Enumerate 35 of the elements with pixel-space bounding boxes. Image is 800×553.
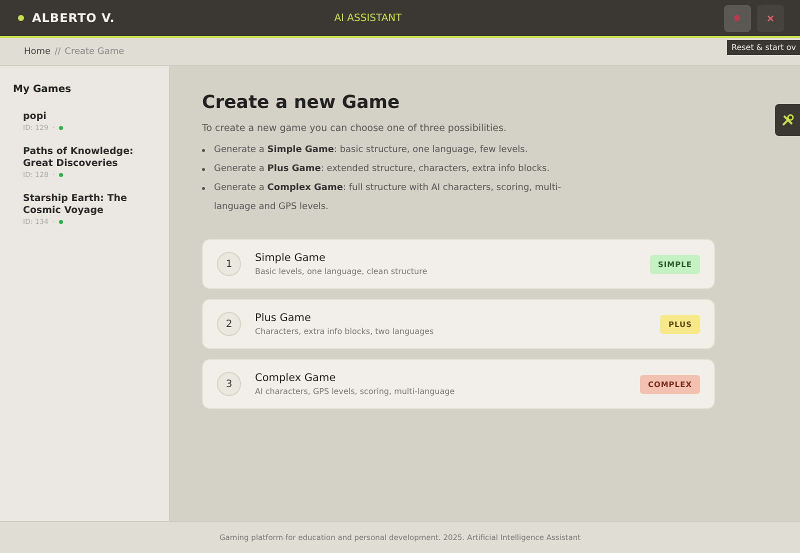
reset-button[interactable] [724,4,751,32]
option-description: Generate a Complex Game: full structure with AI characters, scoring, multi-language and GPS levels. [214,182,562,214]
page-heading: Create a new Game [202,92,401,113]
option-title: Plus Game [255,312,312,324]
bullet-icon [202,187,205,190]
option-number: 3 [217,372,241,396]
app-title: AI ASSISTANT [333,12,403,24]
option-description: Generate a Plus Game: extended structure, characters, extra info blocks. [214,163,550,176]
close-icon [766,14,774,22]
option-number: 2 [217,312,241,336]
game-name[interactable]: Paths of Knowledge: Great Discoveries [23,146,158,170]
user-name: ALBERTO V. [32,11,116,25]
breadcrumb-link[interactable]: Home [24,46,51,56]
game-name[interactable]: Starship Earth: The Cosmic Voyage [23,193,158,216]
option-title: Complex Game [255,372,337,384]
status-dot [18,15,24,21]
bullet-icon [202,149,205,152]
option-number: 1 [217,252,241,276]
option-title: Simple Game [255,252,326,264]
close-button[interactable] [756,4,784,32]
option-subtitle: AI characters, GPS levels, scoring, multi-language [255,387,456,396]
sidebar-title: My Games [13,84,72,95]
option-description: Generate a Simple Game: basic structure, one language, few levels. [214,144,528,157]
game-name[interactable]: popi [23,111,158,122]
bullet-icon [202,168,205,171]
status-dot [58,220,63,224]
status-dot [58,173,63,178]
intro-text: To create a new game you can choose one of three possibilities. [202,123,508,134]
option-subtitle: Basic levels, one language, clean structure [255,267,428,276]
tools-button[interactable] [775,104,800,136]
option-subtitle: Characters, extra info blocks, two languages [255,327,435,336]
breadcrumb-current: Create Game [64,46,124,56]
status-dot [58,126,63,130]
tooltip: Reset & start ov [726,40,800,55]
breadcrumb-separator: // [54,46,61,56]
